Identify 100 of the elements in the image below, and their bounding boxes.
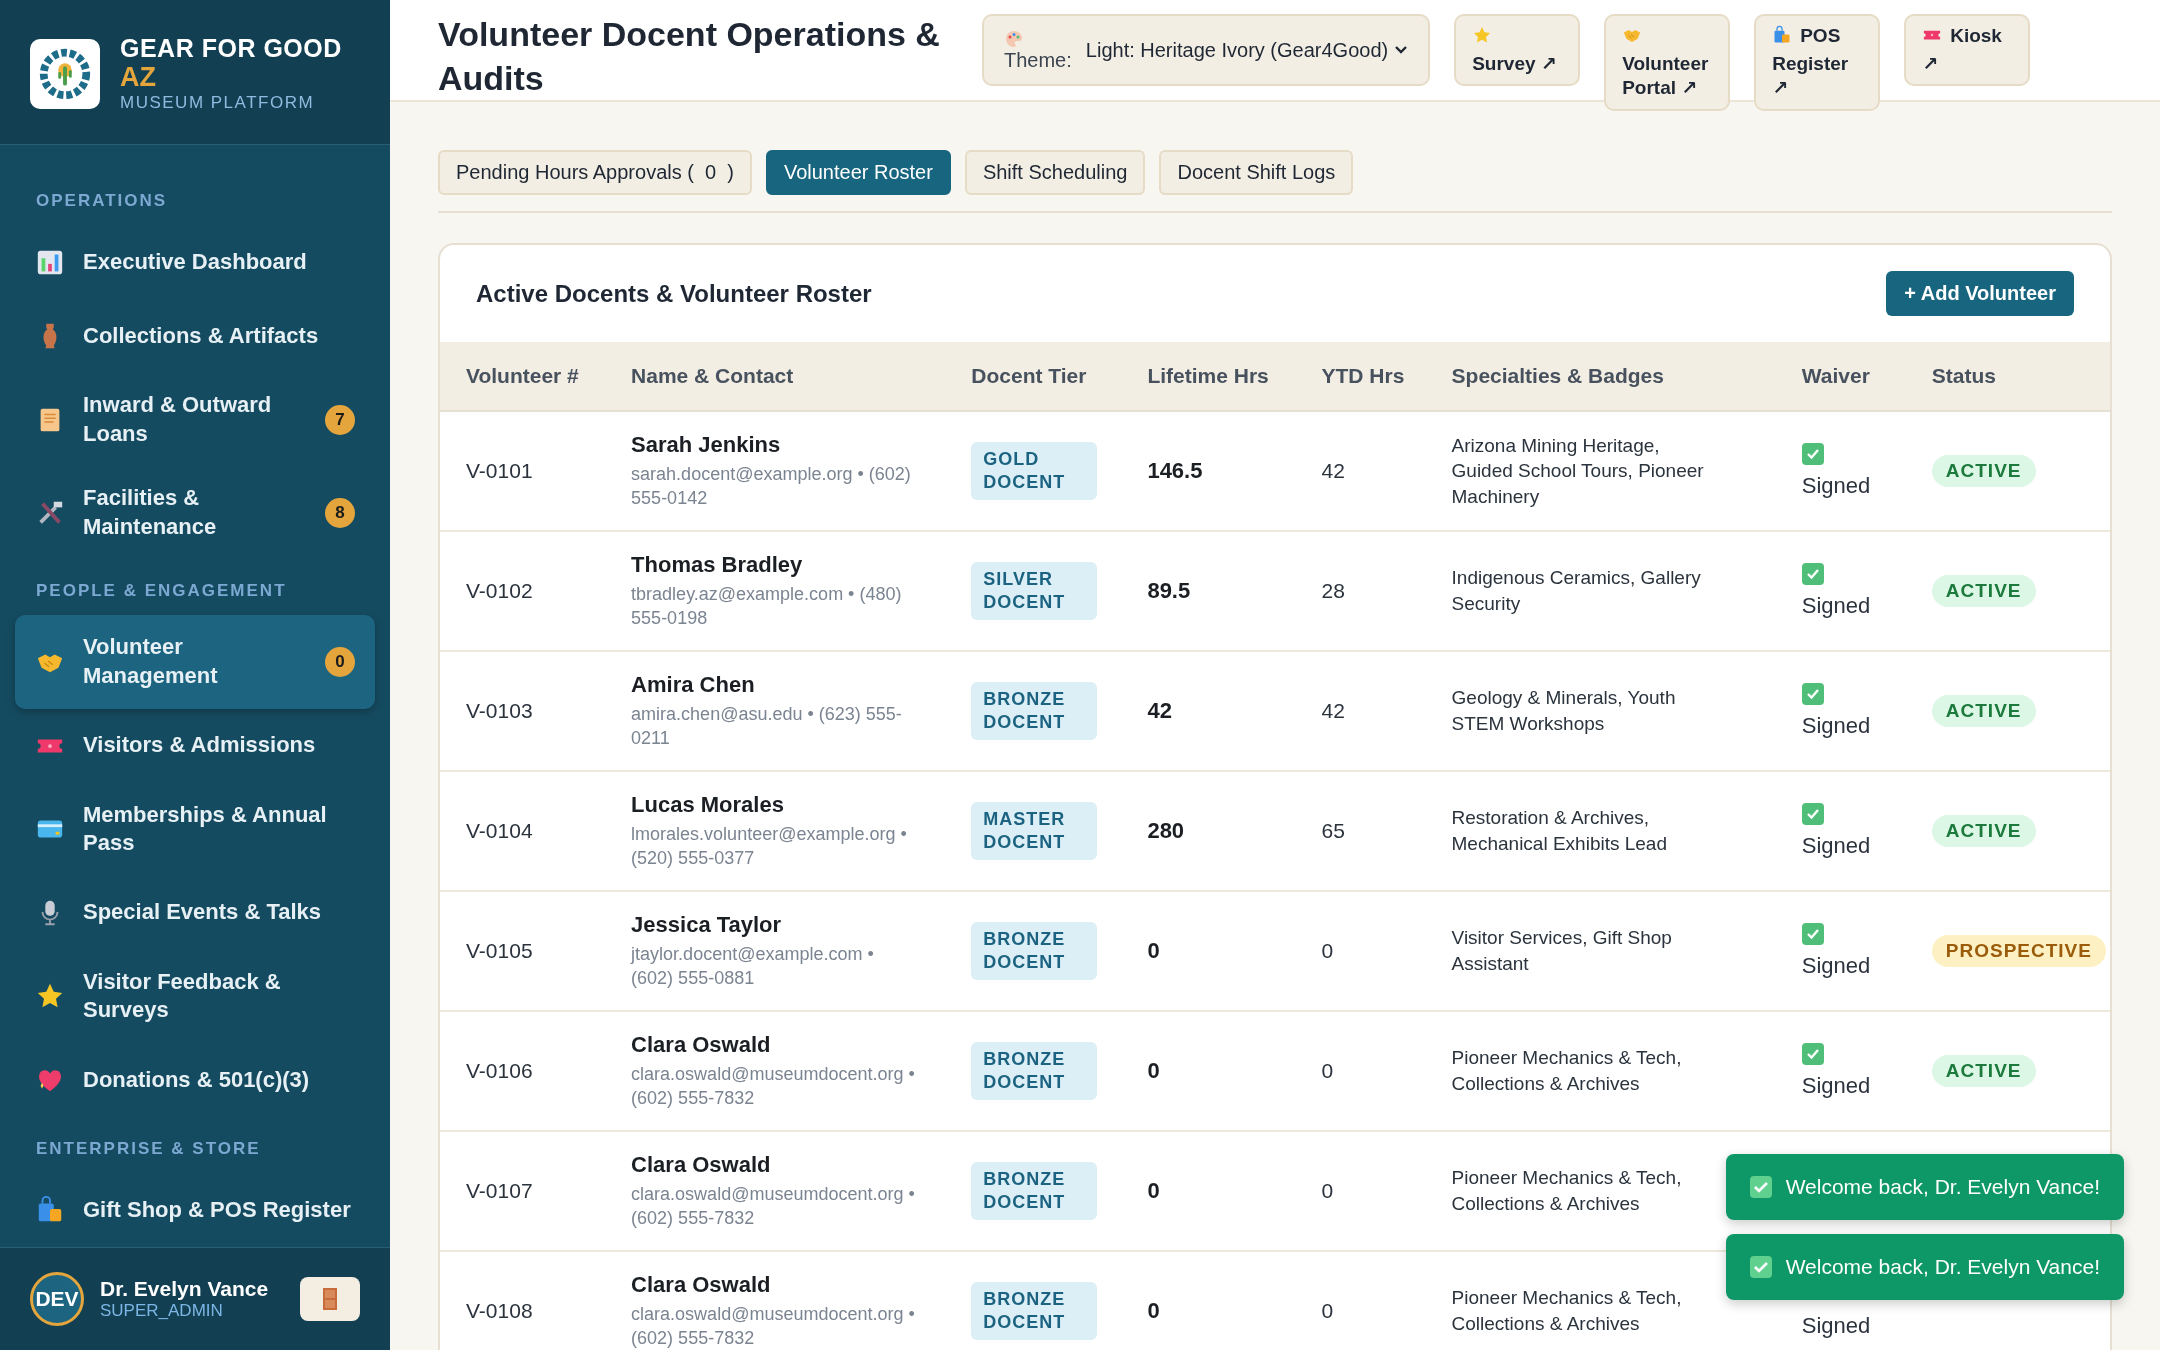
status-badge: ACTIVE (1931, 695, 2036, 727)
volunteer-contact: jtaylor.docent@example.com • (602) 555-0881 (631, 942, 875, 990)
tier-badge: GOLD DOCENT (971, 441, 1098, 501)
checkmark-icon (1749, 1176, 1772, 1198)
user-avatar: DEV (30, 1272, 84, 1326)
palette-icon (1004, 28, 1024, 49)
volunteer-id: V-0105 (466, 939, 533, 962)
sidebar-item-label: Visitor Feedback & Surveys (83, 967, 282, 1025)
ytd-hours: 28 (1321, 579, 1345, 602)
count-badge: 8 (325, 497, 355, 528)
star-icon (1472, 25, 1493, 45)
volunteer-name: Clara Oswald (631, 1271, 772, 1298)
waiver-status: Signed (1801, 953, 1871, 979)
sidebar-item[interactable]: Collections & Artifacts (15, 299, 375, 373)
checkmark-icon (1805, 1048, 1820, 1060)
sidebar-item[interactable]: Executive Dashboard (15, 225, 375, 299)
waiver-status: Signed (1801, 833, 1871, 859)
ytd-hours: 65 (1321, 819, 1345, 842)
sidebar-item[interactable]: Facilities & Maintenance 8 (15, 466, 375, 560)
sidebar-item-label: Volunteer Management (83, 633, 219, 690)
sidebar-item[interactable]: Special Events & Talks (15, 875, 375, 950)
column-header: Volunteer # (440, 342, 606, 411)
volunteer-id: V-0106 (466, 1059, 533, 1082)
theme-label: Theme: (1004, 28, 1072, 72)
specialties-text: Geology & Minerals, Youth STEM Workshops (1451, 686, 1677, 736)
volunteer-id: V-0107 (466, 1179, 533, 1202)
specialties-text: Arizona Mining Heritage, Guided School Tours, Pioneer Machinery (1451, 433, 1705, 509)
header-link[interactable]: POS Register ↗ (1754, 14, 1881, 112)
sidebar-item[interactable]: Visitor Feedback & Surveys (15, 949, 375, 1043)
brand-subtitle: MUSEUM PLATFORM (120, 92, 316, 113)
volunteer-name: Sarah Jenkins (631, 431, 782, 458)
waiver-status: Signed (1801, 1313, 1871, 1339)
header-link[interactable]: Survey ↗ (1454, 14, 1581, 87)
checkmark-icon (1749, 1256, 1772, 1278)
waiver-status: Signed (1801, 713, 1871, 739)
tab[interactable]: Volunteer Roster (765, 150, 951, 195)
ytd-hours: 42 (1321, 459, 1345, 482)
volunteer-contact: tbradley.az@example.com • (480) 555-0198 (631, 582, 903, 630)
status-badge: ACTIVE (1931, 575, 2036, 607)
header-link[interactable]: Kiosk ↗ (1904, 14, 2031, 87)
volunteer-name: Thomas Bradley (631, 551, 804, 578)
lifetime-hours: 146.5 (1147, 458, 1203, 483)
checkmark-icon (1805, 688, 1820, 700)
sidebar-section-title: OPERATIONS (35, 190, 169, 212)
sidebar-item-label: Executive Dashboard (83, 247, 308, 276)
specialties-text: Restoration & Archives, Mechanical Exhibits Lead (1451, 806, 1668, 856)
brand-region: AZ (120, 62, 157, 93)
tier-badge: BRONZE DOCENT (971, 1281, 1098, 1341)
volunteer-id: V-0104 (466, 819, 533, 842)
lifetime-hours: 280 (1147, 818, 1185, 843)
specialties-text: Pioneer Mechanics & Tech, Collections & Archives (1451, 1046, 1683, 1096)
sidebar-item-label: Gift Shop & POS Register (83, 1195, 352, 1224)
volunteer-contact: clara.oswald@museumdocent.org • (602) 555-7832 (631, 1182, 916, 1230)
sidebar-section-title: ENTERPRISE & STORE (35, 1137, 262, 1160)
volunteer-id: V-0102 (466, 579, 533, 602)
tab[interactable]: Docent Shift Logs (1159, 150, 1354, 195)
sidebar-item[interactable]: Memberships & Annual Pass (15, 782, 375, 876)
header-link[interactable]: Volunteer Portal ↗ (1604, 14, 1731, 112)
sidebar-item[interactable]: Visitors & Admissions (15, 708, 375, 783)
specialties-text: Pioneer Mechanics & Tech, Collections & Archives (1451, 1286, 1683, 1336)
status-badge: ACTIVE (1931, 1055, 2036, 1087)
column-header: Status (1905, 342, 2110, 411)
door-icon (323, 1288, 337, 1310)
status-badge: ACTIVE (1931, 815, 2036, 847)
volunteer-contact: sarah.docent@example.org • (602) 555-0142 (631, 462, 912, 510)
tab[interactable]: Shift Scheduling (964, 150, 1146, 195)
checkmark-icon (1805, 448, 1820, 460)
sidebar-item-label: Visitors & Admissions (83, 731, 317, 760)
volunteer-contact: amira.chen@asu.edu • (623) 555-0211 (631, 702, 903, 750)
page-title: Volunteer Docent Operations & Audits (438, 14, 941, 100)
lifetime-hours: 89.5 (1147, 578, 1191, 603)
chevron-down-icon (1394, 45, 1409, 55)
user-role: SUPER_ADMIN (100, 1301, 224, 1321)
brand-name: GEAR FOR GOOD (120, 35, 342, 63)
tier-badge: MASTER DOCENT (971, 801, 1098, 861)
ytd-hours: 42 (1321, 699, 1345, 722)
sidebar-item-label: Inward & Outward Loans (83, 391, 273, 448)
tab[interactable]: Pending Hours Approvals ( 0 ) (438, 150, 752, 195)
sidebar-item[interactable]: Volunteer Management 0 (15, 615, 375, 709)
waiver-status: Signed (1801, 593, 1871, 619)
status-badge: PROSPECTIVE (1931, 935, 2106, 967)
sidebar-item[interactable]: Gift Shop & POS Register (15, 1172, 375, 1247)
column-header: Docent Tier (945, 342, 1122, 411)
status-badge: ACTIVE (1931, 455, 2036, 487)
sidebar-item[interactable]: Inward & Outward Loans 7 (15, 373, 375, 467)
sidebar-item[interactable]: Donations & 501(c)(3) (15, 1042, 375, 1117)
logout-button[interactable] (300, 1277, 360, 1321)
ytd-hours: 0 (1321, 1059, 1334, 1082)
specialties-text: Visitor Services, Gift Shop Assistant (1451, 926, 1673, 976)
waiver-status: Signed (1801, 1073, 1871, 1099)
volunteer-contact: clara.oswald@museumdocent.org • (602) 555-7832 (631, 1062, 916, 1110)
theme-dropdown[interactable]: Light: Heritage Ivory (Gear4Good) (1085, 38, 1409, 62)
add-volunteer-button[interactable]: + Add Volunteer (1886, 271, 2074, 316)
card-title: Active Docents & Volunteer Roster (476, 279, 872, 308)
theme-selector[interactable]: Theme: Light: Heritage Ivory (Gear4Good) (982, 14, 1431, 86)
toast-message: Welcome back, Dr. Evelyn Vance! (1785, 1175, 2100, 1199)
user-name: Dr. Evelyn Vance (100, 1277, 270, 1301)
column-header: Name & Contact (605, 342, 946, 411)
specialties-text: Indigenous Ceramics, Gallery Security (1451, 566, 1702, 616)
waiver-status: Signed (1801, 473, 1871, 499)
